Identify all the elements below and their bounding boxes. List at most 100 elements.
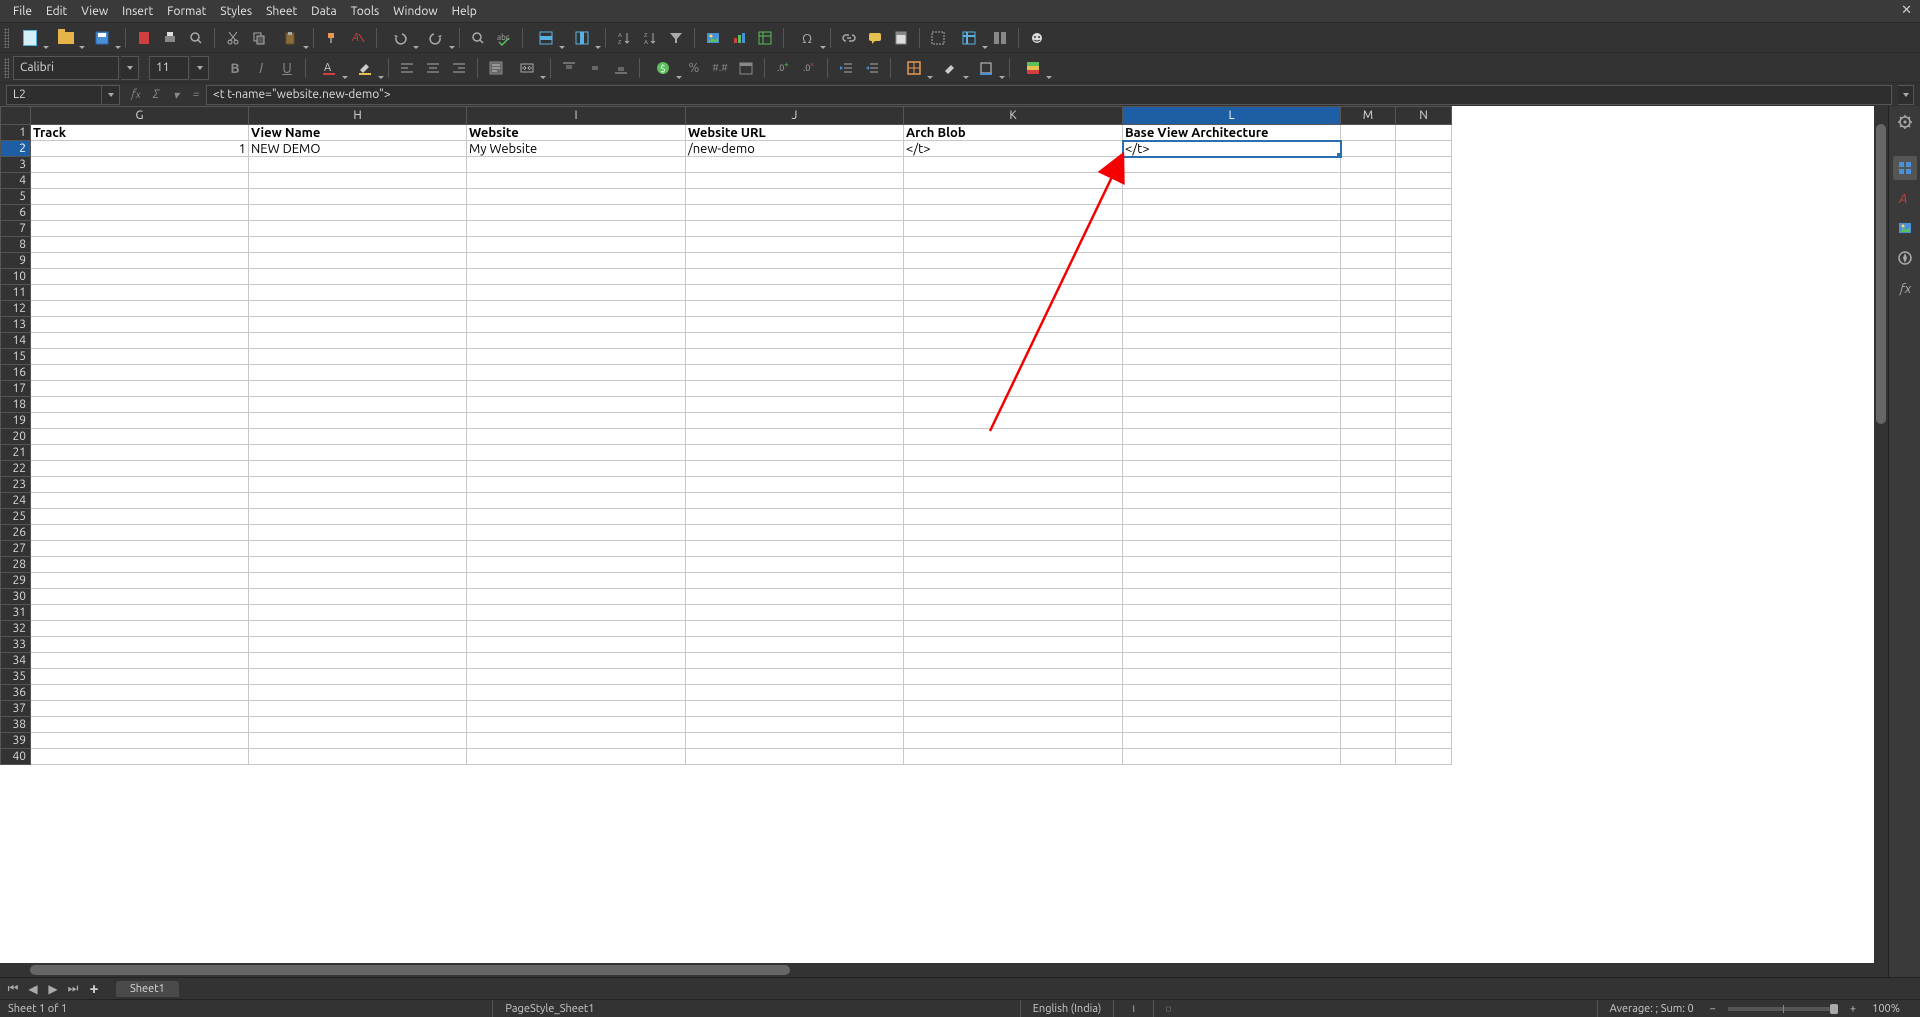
cell-M32[interactable]	[1341, 621, 1396, 637]
cell-M10[interactable]	[1341, 269, 1396, 285]
cell-J16[interactable]	[686, 365, 904, 381]
cell-J14[interactable]	[686, 333, 904, 349]
cell-J2[interactable]: /new-demo	[686, 141, 904, 157]
menu-file[interactable]: File	[6, 2, 39, 21]
cell-K32[interactable]	[904, 621, 1123, 637]
cell-N20[interactable]	[1396, 429, 1452, 445]
cell-H2[interactable]: NEW DEMO	[249, 141, 467, 157]
find-button[interactable]	[466, 26, 490, 50]
cell-G3[interactable]	[31, 157, 249, 173]
cell-H19[interactable]	[249, 413, 467, 429]
cell-N12[interactable]	[1396, 301, 1452, 317]
cell-G10[interactable]	[31, 269, 249, 285]
cell-K7[interactable]	[904, 221, 1123, 237]
row-header-3[interactable]: 3	[1, 157, 31, 173]
cell-H27[interactable]	[249, 541, 467, 557]
cell-L32[interactable]	[1123, 621, 1341, 637]
cell-L9[interactable]	[1123, 253, 1341, 269]
cell-N22[interactable]	[1396, 461, 1452, 477]
row-header-8[interactable]: 8	[1, 237, 31, 253]
cell-I12[interactable]	[467, 301, 686, 317]
cell-N26[interactable]	[1396, 525, 1452, 541]
cell-K20[interactable]	[904, 429, 1123, 445]
cell-J21[interactable]	[686, 445, 904, 461]
cell-M16[interactable]	[1341, 365, 1396, 381]
cell-L39[interactable]	[1123, 733, 1341, 749]
cell-G40[interactable]	[31, 749, 249, 765]
cell-I6[interactable]	[467, 205, 686, 221]
cell-G31[interactable]	[31, 605, 249, 621]
cell-L31[interactable]	[1123, 605, 1341, 621]
cut-button[interactable]	[221, 26, 245, 50]
cell-J30[interactable]	[686, 589, 904, 605]
cell-K36[interactable]	[904, 685, 1123, 701]
cell-G22[interactable]	[31, 461, 249, 477]
cell-L14[interactable]	[1123, 333, 1341, 349]
cell-K22[interactable]	[904, 461, 1123, 477]
cell-K9[interactable]	[904, 253, 1123, 269]
cell-I27[interactable]	[467, 541, 686, 557]
cell-N13[interactable]	[1396, 317, 1452, 333]
cell-M37[interactable]	[1341, 701, 1396, 717]
col-header-G[interactable]: G	[31, 107, 249, 125]
row-header-13[interactable]: 13	[1, 317, 31, 333]
spreadsheet-grid[interactable]: G H I J K L M N 1TrackView NameWebsiteWe…	[0, 106, 1452, 765]
cell-G34[interactable]	[31, 653, 249, 669]
toolbar-grip[interactable]	[4, 28, 9, 48]
cell-L36[interactable]	[1123, 685, 1341, 701]
cell-H13[interactable]	[249, 317, 467, 333]
cell-H4[interactable]	[249, 173, 467, 189]
cell-H37[interactable]	[249, 701, 467, 717]
cell-N1[interactable]	[1396, 125, 1452, 141]
function-wizard-icon[interactable]: fx	[126, 85, 146, 105]
cell-I2[interactable]: My Website	[467, 141, 686, 157]
cell-J19[interactable]	[686, 413, 904, 429]
cell-K11[interactable]	[904, 285, 1123, 301]
align-left-button[interactable]	[395, 56, 419, 80]
cell-K17[interactable]	[904, 381, 1123, 397]
cell-N31[interactable]	[1396, 605, 1452, 621]
cell-G18[interactable]	[31, 397, 249, 413]
cell-I23[interactable]	[467, 477, 686, 493]
cell-J4[interactable]	[686, 173, 904, 189]
menu-styles[interactable]: Styles	[213, 2, 259, 21]
font-size-dropdown[interactable]	[191, 56, 209, 80]
cell-I33[interactable]	[467, 637, 686, 653]
cell-G17[interactable]	[31, 381, 249, 397]
cell-K30[interactable]	[904, 589, 1123, 605]
cell-M36[interactable]	[1341, 685, 1396, 701]
row-37[interactable]: 37	[1, 701, 1452, 717]
cell-K4[interactable]	[904, 173, 1123, 189]
cell-G33[interactable]	[31, 637, 249, 653]
status-selection-mode[interactable]	[1153, 1000, 1183, 1017]
cell-L23[interactable]	[1123, 477, 1341, 493]
cell-I18[interactable]	[467, 397, 686, 413]
cell-J13[interactable]	[686, 317, 904, 333]
row-header-12[interactable]: 12	[1, 301, 31, 317]
cell-J40[interactable]	[686, 749, 904, 765]
cell-M13[interactable]	[1341, 317, 1396, 333]
print-button[interactable]	[158, 26, 182, 50]
cell-I22[interactable]	[467, 461, 686, 477]
align-center-button[interactable]	[421, 56, 445, 80]
row-header-14[interactable]: 14	[1, 333, 31, 349]
col-header-I[interactable]: I	[467, 107, 686, 125]
cell-J27[interactable]	[686, 541, 904, 557]
cell-J34[interactable]	[686, 653, 904, 669]
cell-L22[interactable]	[1123, 461, 1341, 477]
row-25[interactable]: 25	[1, 509, 1452, 525]
row-header-35[interactable]: 35	[1, 669, 31, 685]
cell-H38[interactable]	[249, 717, 467, 733]
cell-G26[interactable]	[31, 525, 249, 541]
cell-L34[interactable]	[1123, 653, 1341, 669]
cell-N29[interactable]	[1396, 573, 1452, 589]
cell-M31[interactable]	[1341, 605, 1396, 621]
row-4[interactable]: 4	[1, 173, 1452, 189]
row-header-20[interactable]: 20	[1, 429, 31, 445]
cell-N28[interactable]	[1396, 557, 1452, 573]
row-17[interactable]: 17	[1, 381, 1452, 397]
cell-N37[interactable]	[1396, 701, 1452, 717]
clear-formatting-button[interactable]: A	[346, 26, 370, 50]
cell-N36[interactable]	[1396, 685, 1452, 701]
borders-button[interactable]	[897, 56, 931, 80]
